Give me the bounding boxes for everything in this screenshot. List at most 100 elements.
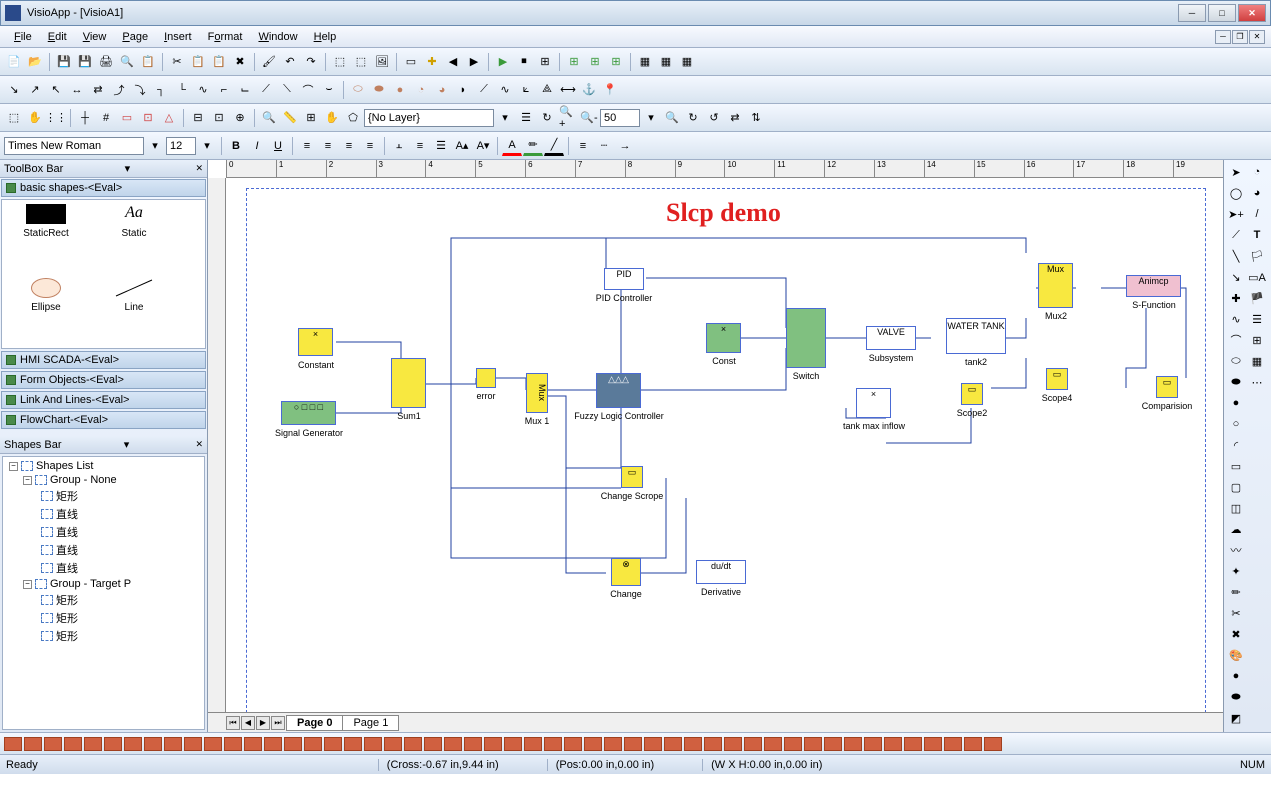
layer-mgr-icon[interactable]: ☰: [516, 108, 536, 128]
snap-tri-icon[interactable]: △: [159, 108, 179, 128]
tree-group-target[interactable]: −Group - Target P: [5, 577, 202, 591]
block-mux1[interactable]: Mux: [526, 373, 548, 413]
bottom-shape-btn[interactable]: [564, 737, 582, 751]
tree-item[interactable]: 直线: [5, 523, 202, 541]
valign-mid-icon[interactable]: ≡: [410, 136, 430, 156]
bottom-shape-btn[interactable]: [444, 737, 462, 751]
rt-sphere-icon[interactable]: ●: [1226, 666, 1246, 686]
line-style-icon[interactable]: ┄: [594, 136, 614, 156]
conn2-icon[interactable]: └: [172, 80, 192, 100]
play-icon[interactable]: ▶: [493, 52, 513, 72]
menu-edit[interactable]: Edit: [40, 29, 75, 45]
tree-item[interactable]: 直线: [5, 541, 202, 559]
arc-icon[interactable]: ◔: [411, 80, 431, 100]
page-tab-0[interactable]: Page 0: [286, 715, 343, 731]
rt-star-icon[interactable]: ✦: [1226, 561, 1246, 581]
rt-ellipse-icon[interactable]: ⬭: [1226, 351, 1246, 371]
bottom-shape-btn[interactable]: [144, 737, 162, 751]
shape-ellipse[interactable]: Ellipse: [6, 278, 86, 344]
page-tab-1[interactable]: Page 1: [342, 715, 399, 731]
menu-view[interactable]: View: [75, 29, 115, 45]
bottom-shape-btn[interactable]: [364, 737, 382, 751]
section-basic-shapes[interactable]: basic shapes-<Eval>: [1, 179, 206, 197]
font-name-input[interactable]: [4, 137, 144, 155]
conn6-icon[interactable]: ⟋: [256, 80, 276, 100]
mdi-minimize[interactable]: ─: [1215, 30, 1231, 44]
print-preview-icon[interactable]: 🔍: [117, 52, 137, 72]
block-switch[interactable]: [786, 308, 826, 368]
menu-page[interactable]: Page: [114, 29, 156, 45]
table1-icon[interactable]: ⊞: [564, 52, 584, 72]
tab-first-icon[interactable]: ⏮: [226, 716, 240, 730]
bottom-shape-btn[interactable]: [484, 737, 502, 751]
path3-icon[interactable]: ⟀: [516, 80, 536, 100]
rotate2-icon[interactable]: ↺: [704, 108, 724, 128]
undo-icon[interactable]: ↶: [280, 52, 300, 72]
cut-icon[interactable]: ✂: [167, 52, 187, 72]
layout3-icon[interactable]: ▦: [677, 52, 697, 72]
redo-icon[interactable]: ↷: [301, 52, 321, 72]
bullets-icon[interactable]: ☰: [431, 136, 451, 156]
fill-color-icon[interactable]: ✏: [523, 136, 543, 156]
bottom-shape-btn[interactable]: [704, 737, 722, 751]
layer-dropdown-icon[interactable]: ▾: [495, 108, 515, 128]
italic-icon[interactable]: I: [247, 136, 267, 156]
new-icon[interactable]: 📄: [4, 52, 24, 72]
rt-pointer2-icon[interactable]: ➤+: [1226, 204, 1246, 224]
zoomout-icon[interactable]: 🔍-: [579, 108, 599, 128]
arrow6-icon[interactable]: ⤴: [109, 80, 129, 100]
menu-insert[interactable]: Insert: [156, 29, 200, 45]
shapesbar-pin-icon[interactable]: ▾: [124, 438, 130, 451]
rt-text-icon[interactable]: T: [1247, 225, 1267, 245]
bottom-shape-btn[interactable]: [244, 737, 262, 751]
rt-wave-icon[interactable]: 〰: [1226, 540, 1246, 560]
tree-item[interactable]: 矩形: [5, 487, 202, 505]
shapesbar-close-icon[interactable]: ✕: [195, 439, 203, 450]
right-icon[interactable]: ▶: [464, 52, 484, 72]
menu-window[interactable]: Window: [250, 29, 305, 45]
block-const[interactable]: ×: [706, 323, 741, 353]
curve2-icon[interactable]: ⌣: [319, 80, 339, 100]
rt-flag-icon[interactable]: 🏳: [1247, 246, 1267, 266]
tree-group-none[interactable]: −Group - None: [5, 473, 202, 487]
menu-format[interactable]: Format: [200, 29, 251, 45]
grid-icon[interactable]: ⊞: [535, 52, 555, 72]
snap-ctr-icon[interactable]: ⊡: [138, 108, 158, 128]
paste-icon[interactable]: 📋: [209, 52, 229, 72]
bottom-shape-btn[interactable]: [124, 737, 142, 751]
hand-icon[interactable]: ✋: [322, 108, 342, 128]
bottom-shape-btn[interactable]: [984, 737, 1002, 751]
window-icon[interactable]: ▭: [401, 52, 421, 72]
bottom-shape-btn[interactable]: [584, 737, 602, 751]
section-hmi-scada[interactable]: HMI SCADA-<Eval>: [1, 351, 206, 369]
tab-next-icon[interactable]: ▶: [256, 716, 270, 730]
block-watertank[interactable]: WATER TANK: [946, 318, 1006, 354]
rt-crop-icon[interactable]: ◩: [1226, 708, 1246, 728]
layout2-icon[interactable]: ▦: [656, 52, 676, 72]
pin-icon[interactable]: ▾: [125, 162, 131, 175]
rt-arrow-icon[interactable]: ↘: [1226, 267, 1246, 287]
pie-icon[interactable]: ◕: [432, 80, 452, 100]
bottom-shape-btn[interactable]: [164, 737, 182, 751]
mirror-icon[interactable]: ⇅: [746, 108, 766, 128]
line-weight-icon[interactable]: ≡: [573, 136, 593, 156]
block-derivative[interactable]: du/dt: [696, 560, 746, 584]
arrow2-icon[interactable]: ↗: [25, 80, 45, 100]
measure2-icon[interactable]: 📏: [280, 108, 300, 128]
delete-icon[interactable]: ✖: [230, 52, 250, 72]
zoom-dropdown-icon[interactable]: ▾: [641, 108, 661, 128]
table3-icon[interactable]: ⊞: [606, 52, 626, 72]
add-icon[interactable]: ✚: [422, 52, 442, 72]
conn5-icon[interactable]: ⌙: [235, 80, 255, 100]
bottom-shape-btn[interactable]: [84, 737, 102, 751]
font-color-icon[interactable]: A: [502, 136, 522, 156]
arrow4-icon[interactable]: ↔: [67, 80, 87, 100]
bottom-shape-btn[interactable]: [324, 737, 342, 751]
bottom-shape-btn[interactable]: [924, 737, 942, 751]
block-signal-generator[interactable]: ○ □ □ □: [281, 401, 336, 425]
rt-flag2-icon[interactable]: 🏴: [1247, 288, 1267, 308]
page-setup-icon[interactable]: 📋: [138, 52, 158, 72]
bottom-shape-btn[interactable]: [44, 737, 62, 751]
table2-icon[interactable]: ⊞: [585, 52, 605, 72]
ellipse2-icon[interactable]: ⬬: [369, 80, 389, 100]
